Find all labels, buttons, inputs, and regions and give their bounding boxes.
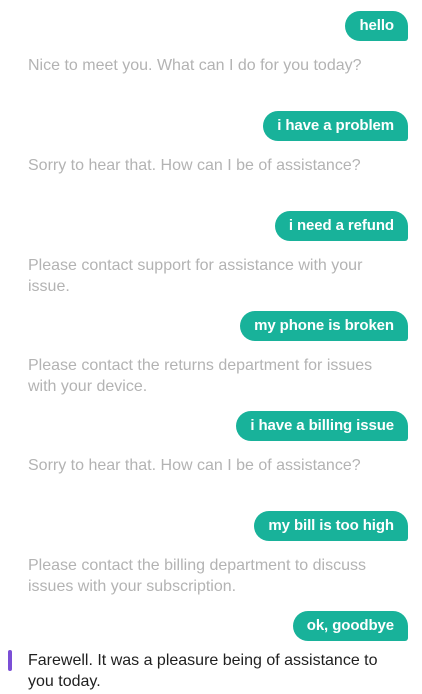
bot-reply: Nice to meet you. What can I do for you … bbox=[28, 57, 362, 74]
chat-transcript: hello Nice to meet you. What can I do fo… bbox=[0, 0, 422, 694]
bot-reply: Sorry to hear that. How can I be of assi… bbox=[28, 157, 361, 174]
user-message: i need a refund bbox=[274, 211, 408, 241]
user-message: i have a billing issue bbox=[236, 411, 408, 441]
user-message: ok, goodbye bbox=[292, 611, 408, 641]
user-message: hello bbox=[345, 11, 408, 41]
bot-reply: Please contact support for assistance wi… bbox=[28, 257, 363, 295]
user-message: my bill is too high bbox=[254, 511, 408, 541]
bot-reply: Sorry to hear that. How can I be of assi… bbox=[28, 457, 361, 474]
user-message: i have a problem bbox=[263, 111, 408, 141]
user-message: my phone is broken bbox=[240, 311, 408, 341]
active-message-marker bbox=[8, 650, 12, 671]
bot-reply: Please contact the returns department fo… bbox=[28, 357, 373, 395]
bot-reply: Please contact the billing department to… bbox=[28, 557, 366, 595]
bot-reply-latest: Farewell. It was a pleasure being of ass… bbox=[28, 652, 378, 690]
